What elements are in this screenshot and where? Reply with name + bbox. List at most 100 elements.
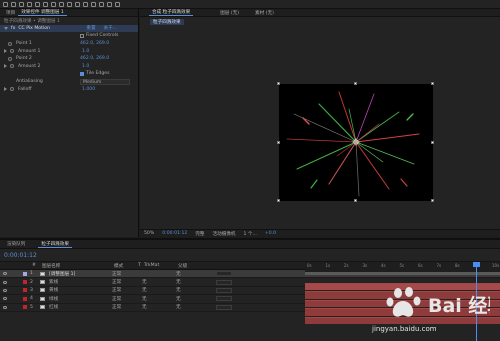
text-tool-icon[interactable] — [75, 1, 80, 7]
layer-name[interactable]: [调整图层 1] — [49, 271, 112, 277]
clone-stamp-icon[interactable] — [91, 1, 96, 7]
time-ruler[interactable]: 0s1s2s3s4s5s6s7s8s9s10s — [305, 262, 500, 272]
layer-parent[interactable]: 无 — [176, 296, 216, 302]
col-parent[interactable]: 父级 — [178, 263, 218, 269]
expand-arrow-icon[interactable] — [4, 64, 7, 69]
fx-icon[interactable]: fx — [11, 26, 15, 31]
transform-handle[interactable] — [277, 141, 280, 144]
layer-mode[interactable]: 正常 — [112, 304, 136, 310]
tab-composition[interactable]: 合成 粒子四溅效果 — [149, 9, 194, 16]
layer-mode[interactable]: 正常 — [112, 279, 136, 285]
layer-switch[interactable] — [216, 304, 232, 310]
pen-tool-icon[interactable] — [67, 1, 72, 7]
falloff-value[interactable]: 1.000 — [82, 87, 95, 92]
layer-parent[interactable]: 无 — [176, 304, 216, 310]
resolution-select[interactable]: 完整 — [195, 231, 204, 237]
layer-mode[interactable]: 正常 — [112, 296, 136, 302]
layer-parent[interactable]: 无 — [176, 279, 216, 285]
label-color-swatch[interactable] — [23, 296, 27, 301]
transform-handle[interactable] — [354, 82, 357, 85]
col-mode[interactable]: 模式 — [114, 263, 138, 269]
camera-select[interactable]: 活动摄像机 — [213, 231, 236, 237]
work-area-bar[interactable] — [305, 272, 500, 275]
comp-viewport[interactable] — [140, 27, 500, 229]
transform-handle[interactable] — [431, 141, 434, 144]
pan-behind-icon[interactable] — [51, 1, 56, 7]
layer-name[interactable]: 绿线 — [49, 296, 112, 302]
camera-tool-icon[interactable] — [43, 1, 48, 7]
tab-footage[interactable]: 素材 (无) — [252, 10, 277, 16]
amount1-value[interactable]: 1.0 — [82, 49, 89, 54]
transform-handle[interactable] — [277, 199, 280, 202]
layer-name[interactable]: 黄线 — [49, 287, 112, 293]
views-select[interactable]: 1 个... — [244, 231, 257, 237]
effect-header[interactable]: fx CC Pix Motion 重置 关于... — [0, 24, 138, 33]
transform-handle[interactable] — [431, 82, 434, 85]
layer-switch[interactable] — [216, 287, 232, 293]
stopwatch-icon[interactable] — [8, 41, 12, 46]
tab-layer[interactable]: 图层 (无) — [217, 10, 242, 16]
layer-name[interactable]: 紫线 — [49, 279, 112, 285]
stopwatch-icon[interactable] — [8, 56, 12, 61]
playhead-handle[interactable] — [472, 262, 480, 267]
fixed-controls-checkbox[interactable] — [80, 33, 84, 38]
visibility-eye-icon[interactable] — [3, 288, 7, 292]
eraser-icon[interactable] — [99, 1, 104, 7]
label-color-swatch[interactable] — [23, 305, 27, 310]
amount2-value[interactable]: 1.0 — [82, 64, 89, 69]
layer-switch[interactable] — [216, 296, 232, 302]
exposure-value[interactable]: +0.0 — [265, 231, 276, 236]
transform-handle[interactable] — [354, 199, 357, 202]
col-trkmat[interactable]: TrkMat — [144, 263, 178, 268]
col-layer-name[interactable]: 图层名称 — [42, 263, 114, 269]
layer-switch[interactable] — [216, 279, 232, 285]
layer-trkmat[interactable]: 无 — [142, 304, 176, 310]
zoom-tool-icon[interactable] — [27, 1, 32, 7]
reset-link[interactable]: 重置 — [86, 25, 95, 31]
comp-canvas[interactable] — [279, 84, 433, 201]
visibility-eye-icon[interactable] — [3, 297, 7, 301]
transform-handle[interactable] — [431, 199, 434, 202]
layer-parent[interactable]: 无 — [176, 287, 216, 293]
label-color-swatch[interactable] — [23, 271, 27, 276]
comp-breadcrumb-item[interactable]: 粒子四溅效果 — [150, 18, 184, 25]
tab-project[interactable]: 项目 — [3, 10, 18, 16]
stopwatch-icon[interactable] — [10, 64, 14, 69]
layer-mode[interactable]: 正常 — [112, 271, 136, 277]
point1-value[interactable]: 462.0, 269.0 — [80, 41, 109, 46]
layer-trkmat[interactable]: 无 — [142, 296, 176, 302]
point2-value[interactable]: 462.0, 269.0 — [80, 56, 109, 61]
visibility-eye-icon[interactable] — [3, 272, 7, 276]
stopwatch-icon[interactable] — [10, 87, 14, 92]
visibility-eye-icon[interactable] — [3, 280, 7, 284]
select-tool-icon[interactable] — [11, 1, 16, 7]
layer-trkmat[interactable]: 无 — [142, 287, 176, 293]
layer-parent[interactable]: 无 — [176, 271, 216, 277]
tab-effect-controls[interactable]: 效果控件 调整图层 1 — [18, 9, 67, 16]
layer-switch[interactable] — [216, 271, 232, 277]
tab-timeline-comp[interactable]: 粒子四溅效果 — [38, 241, 72, 248]
label-color-swatch[interactable] — [23, 288, 27, 293]
brush-tool-icon[interactable] — [83, 1, 88, 7]
transform-handle[interactable] — [277, 82, 280, 85]
zoom-select[interactable]: 50% — [144, 231, 154, 236]
tile-edges-checkbox[interactable] — [80, 71, 84, 76]
puppet-pin-icon[interactable] — [115, 1, 120, 7]
label-color-swatch[interactable] — [23, 280, 27, 285]
rectangle-tool-icon[interactable] — [59, 1, 64, 7]
timecode-display[interactable]: 0:00:01:12 — [4, 252, 37, 259]
rotate-tool-icon[interactable] — [35, 1, 40, 7]
hand-tool-icon[interactable] — [19, 1, 24, 7]
home-icon[interactable] — [3, 1, 8, 7]
expand-arrow-icon[interactable] — [4, 87, 7, 92]
visibility-eye-icon[interactable] — [3, 305, 7, 309]
roto-brush-icon[interactable] — [107, 1, 112, 7]
stopwatch-icon[interactable] — [10, 49, 14, 54]
antialiasing-select[interactable]: Medium — [80, 78, 130, 85]
expand-arrow-icon[interactable] — [4, 26, 8, 30]
layer-trkmat[interactable]: 无 — [142, 279, 176, 285]
current-time-display[interactable]: 0:00:01:12 — [162, 231, 187, 236]
about-link[interactable]: 关于... — [104, 25, 118, 31]
tab-render-queue[interactable]: 渲染队列 — [4, 241, 28, 247]
layer-mode[interactable]: 正常 — [112, 287, 136, 293]
